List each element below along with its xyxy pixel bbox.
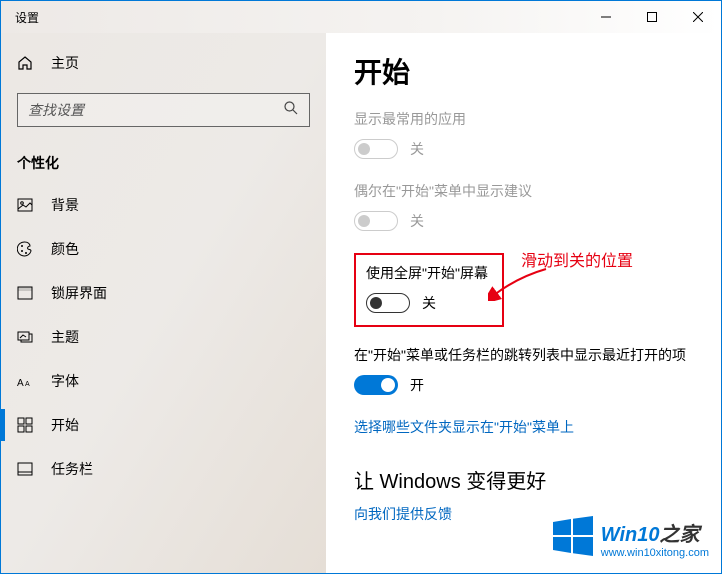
home-label: 主页 <box>51 53 79 73</box>
taskbar-icon <box>17 461 33 477</box>
sidebar-section-title: 个性化 <box>1 139 326 183</box>
section-improve-windows: 让 Windows 变得更好 <box>354 465 693 494</box>
toggle-most-used-apps <box>354 139 398 159</box>
sidebar-item-label: 主题 <box>51 327 79 347</box>
sidebar: 主页 个性化 背景 颜色 锁屏界面 主题 AA 字体 开始 <box>1 33 326 573</box>
theme-icon <box>17 329 33 345</box>
minimize-button[interactable] <box>583 1 629 33</box>
setting-label: 使用全屏"开始"屏幕 <box>366 263 492 283</box>
toggle-state: 关 <box>410 139 424 159</box>
svg-text:A: A <box>17 378 24 388</box>
toggle-state: 关 <box>410 211 424 231</box>
window-controls <box>583 1 721 33</box>
setting-jumplists: 在"开始"菜单或任务栏的跳转列表中显示最近打开的项 开 <box>354 345 693 395</box>
watermark-url: www.win10xitong.com <box>601 547 709 559</box>
setting-label: 偶尔在"开始"菜单中显示建议 <box>354 181 693 201</box>
close-button[interactable] <box>675 1 721 33</box>
sidebar-item-label: 开始 <box>51 415 79 435</box>
toggle-suggestions <box>354 211 398 231</box>
toggle-jumplists[interactable] <box>354 375 398 395</box>
start-icon <box>17 417 33 433</box>
home-link[interactable]: 主页 <box>1 45 326 81</box>
windows-logo-icon <box>551 514 595 563</box>
palette-icon <box>17 241 33 257</box>
search-icon <box>283 100 299 121</box>
sidebar-item-label: 字体 <box>51 371 79 391</box>
main-panel: 开始 显示最常用的应用 关 偶尔在"开始"菜单中显示建议 关 使用全屏"开始"屏… <box>326 33 721 573</box>
window-title: 设置 <box>1 9 583 26</box>
lockscreen-icon <box>17 285 33 301</box>
sidebar-item-label: 锁屏界面 <box>51 283 107 303</box>
page-heading: 开始 <box>354 51 693 91</box>
sidebar-item-lockscreen[interactable]: 锁屏界面 <box>1 271 326 315</box>
font-icon: AA <box>17 374 33 388</box>
search-input[interactable] <box>28 102 283 118</box>
search-box[interactable] <box>17 93 310 127</box>
svg-text:A: A <box>25 381 30 388</box>
annotation-arrow <box>488 267 548 301</box>
titlebar: 设置 <box>1 1 721 33</box>
setting-label: 显示最常用的应用 <box>354 109 693 129</box>
toggle-state: 关 <box>422 293 436 313</box>
sidebar-item-start[interactable]: 开始 <box>1 403 326 447</box>
sidebar-item-background[interactable]: 背景 <box>1 183 326 227</box>
sidebar-item-taskbar[interactable]: 任务栏 <box>1 447 326 491</box>
maximize-button[interactable] <box>629 1 675 33</box>
home-icon <box>17 55 33 71</box>
toggle-state: 开 <box>410 375 424 395</box>
watermark-title: Win10之家 <box>601 518 709 547</box>
watermark: Win10之家 www.win10xitong.com <box>551 514 709 563</box>
sidebar-item-label: 背景 <box>51 195 79 215</box>
setting-most-used-apps: 显示最常用的应用 关 <box>354 109 693 159</box>
setting-suggestions: 偶尔在"开始"菜单中显示建议 关 <box>354 181 693 231</box>
setting-label: 在"开始"菜单或任务栏的跳转列表中显示最近打开的项 <box>354 345 693 365</box>
sidebar-item-color[interactable]: 颜色 <box>1 227 326 271</box>
sidebar-item-label: 颜色 <box>51 239 79 259</box>
link-choose-folders[interactable]: 选择哪些文件夹显示在"开始"菜单上 <box>354 417 693 437</box>
sidebar-item-label: 任务栏 <box>51 459 93 479</box>
toggle-fullscreen-start[interactable] <box>366 293 410 313</box>
image-icon <box>17 197 33 213</box>
highlighted-setting: 使用全屏"开始"屏幕 关 <box>354 253 504 327</box>
sidebar-item-theme[interactable]: 主题 <box>1 315 326 359</box>
sidebar-item-font[interactable]: AA 字体 <box>1 359 326 403</box>
